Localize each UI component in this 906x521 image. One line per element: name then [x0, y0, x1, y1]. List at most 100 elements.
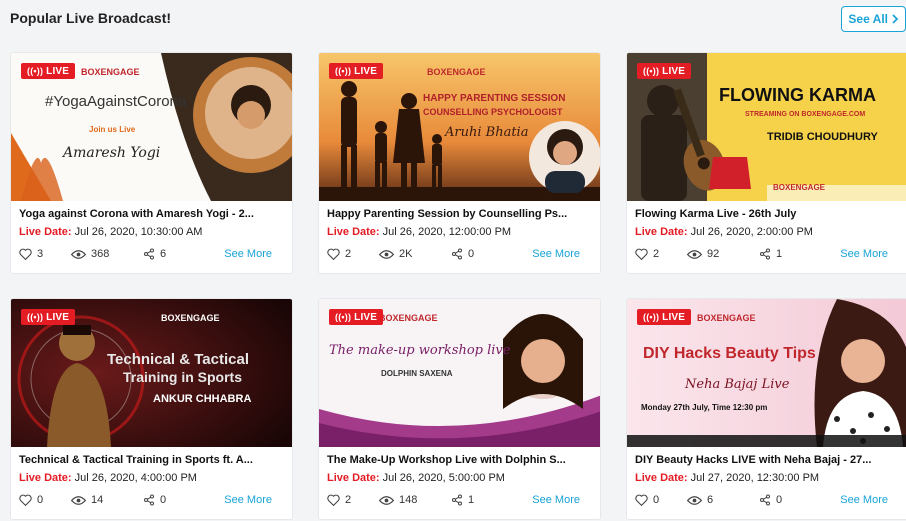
card-date: Live Date: Jul 26, 2020, 4:00:00 PM — [19, 472, 197, 484]
poster-heading: FLOWING KARMA — [719, 85, 876, 105]
share-stat[interactable]: 1 — [759, 248, 821, 260]
view-stat: 368 — [71, 248, 143, 260]
broadcast-icon: ((•)) — [27, 66, 44, 76]
share-count: 0 — [776, 494, 783, 506]
like-stat[interactable]: 0 — [19, 494, 71, 506]
like-stat[interactable]: 0 — [635, 494, 687, 506]
broadcast-thumbnail[interactable]: FLOWING KARMA STREAMING ON BOXENGAGE.COM… — [627, 53, 906, 201]
card-date: Live Date: Jul 26, 2020, 10:30:00 AM — [19, 226, 203, 238]
card-title[interactable]: Flowing Karma Live - 26th July — [635, 208, 900, 220]
poster-sub: Monday 27th July, Time 12:30 pm — [641, 403, 768, 412]
see-all-label: See All — [848, 12, 888, 26]
heart-icon — [635, 248, 648, 260]
eye-icon — [687, 249, 702, 259]
broadcast-thumbnail[interactable]: BOXENGAGE The make-up workshop live DOLP… — [319, 299, 600, 447]
like-count: 2 — [345, 248, 352, 260]
eye-icon — [71, 495, 86, 505]
card-title[interactable]: DIY Beauty Hacks LIVE with Neha Bajaj - … — [635, 454, 900, 466]
heart-icon — [19, 494, 32, 506]
see-more-link[interactable]: See More — [532, 494, 580, 506]
section-title: Popular Live Broadcast! — [10, 10, 172, 26]
poster-name: Neha Bajaj Live — [685, 377, 790, 392]
live-badge: ((•)) LIVE — [637, 63, 692, 79]
card-date: Live Date: Jul 26, 2020, 2:00:00 PM — [635, 226, 813, 238]
view-stat: 2K — [379, 248, 451, 260]
share-count: 0 — [468, 248, 475, 260]
broadcast-thumbnail[interactable]: BOXENGAGE HAPPY PARENTING SESSION COUNSE… — [319, 53, 600, 201]
card-date: Live Date: Jul 27, 2020, 12:30:00 PM — [635, 472, 820, 484]
share-count: 1 — [468, 494, 475, 506]
card-title[interactable]: Yoga against Corona with Amaresh Yogi - … — [19, 208, 284, 220]
broadcast-card[interactable]: FLOWING KARMA STREAMING ON BOXENGAGE.COM… — [626, 52, 906, 274]
see-more-link[interactable]: See More — [224, 494, 272, 506]
see-more-link[interactable]: See More — [224, 248, 272, 260]
poster-heading: Technical & Tactical — [107, 351, 249, 368]
eye-icon — [71, 249, 86, 259]
card-date: Live Date: Jul 26, 2020, 12:00:00 PM — [327, 226, 512, 238]
like-stat[interactable]: 3 — [19, 248, 71, 260]
see-more-link[interactable]: See More — [532, 248, 580, 260]
heart-icon — [19, 248, 32, 260]
like-count: 2 — [345, 494, 352, 506]
poster-name: Amaresh Yogi — [63, 145, 161, 161]
poster-brand: BOXENGAGE — [427, 67, 486, 77]
share-icon — [144, 494, 154, 506]
poster-brand: BOXENGAGE — [161, 313, 220, 323]
see-more-link[interactable]: See More — [840, 248, 888, 260]
heart-icon — [327, 248, 340, 260]
broadcast-thumbnail[interactable]: BOXENGAGE DIY Hacks Beauty Tips Neha Baj… — [627, 299, 906, 447]
broadcast-card[interactable]: BOXENGAGE HAPPY PARENTING SESSION COUNSE… — [318, 52, 601, 274]
poster-sub: Training in Sports — [123, 369, 243, 385]
broadcast-card[interactable]: BOXENGAGE DIY Hacks Beauty Tips Neha Baj… — [626, 298, 906, 520]
like-stat[interactable]: 2 — [327, 494, 379, 506]
poster-brand: BOXENGAGE — [697, 313, 756, 323]
see-more-link[interactable]: See More — [840, 494, 888, 506]
share-icon — [144, 248, 154, 260]
card-title[interactable]: The Make-Up Workshop Live with Dolphin S… — [327, 454, 592, 466]
poster-heading: DIY Hacks Beauty Tips — [643, 345, 816, 362]
like-stat[interactable]: 2 — [327, 248, 379, 260]
broadcast-thumbnail[interactable]: BOXENGAGE #YogaAgainstCorona Join us Liv… — [11, 53, 292, 201]
section-header: Popular Live Broadcast! See All — [10, 6, 906, 32]
eye-icon — [687, 495, 702, 505]
share-icon — [760, 494, 770, 506]
broadcast-card[interactable]: BOXENGAGE The make-up workshop live DOLP… — [318, 298, 601, 520]
poster-brand: BOXENGAGE — [773, 183, 826, 192]
live-badge: ((•)) LIVE — [637, 309, 692, 325]
share-stat[interactable]: 0 — [451, 248, 513, 260]
like-count: 0 — [653, 494, 660, 506]
broadcast-icon: ((•)) — [27, 312, 44, 322]
see-all-button[interactable]: See All — [841, 6, 906, 32]
share-stat[interactable]: 0 — [759, 494, 821, 506]
card-title[interactable]: Technical & Tactical Training in Sports … — [19, 454, 284, 466]
share-count: 1 — [776, 248, 783, 260]
card-title[interactable]: Happy Parenting Session by Counselling P… — [327, 208, 592, 220]
share-stat[interactable]: 0 — [143, 494, 205, 506]
view-stat: 92 — [687, 248, 759, 260]
like-stat[interactable]: 2 — [635, 248, 687, 260]
live-badge: ((•)) LIVE — [329, 309, 384, 325]
broadcast-icon: ((•)) — [335, 66, 352, 76]
view-count: 2K — [399, 248, 413, 260]
share-stat[interactable]: 6 — [143, 248, 205, 260]
eye-icon — [379, 249, 394, 259]
card-date: Live Date: Jul 26, 2020, 5:00:00 PM — [327, 472, 505, 484]
broadcast-card[interactable]: BOXENGAGE #YogaAgainstCorona Join us Liv… — [10, 52, 293, 274]
view-count: 14 — [91, 494, 104, 506]
poster-heading: HAPPY PARENTING SESSION — [423, 93, 566, 104]
view-count: 148 — [399, 494, 418, 506]
live-badge: ((•)) LIVE — [21, 309, 76, 325]
view-stat: 6 — [687, 494, 759, 506]
like-count: 2 — [653, 248, 660, 260]
poster-brand: BOXENGAGE — [379, 313, 438, 323]
broadcast-card[interactable]: BOXENGAGE Technical & Tactical Training … — [10, 298, 293, 520]
like-count: 3 — [37, 248, 44, 260]
poster-name: ANKUR CHHABRA — [153, 393, 252, 405]
poster-sub: Join us Live — [89, 125, 136, 134]
poster-name: DOLPHIN SAXENA — [381, 369, 453, 378]
share-stat[interactable]: 1 — [451, 494, 513, 506]
poster-sub: COUNSELLING PSYCHOLOGIST — [423, 107, 563, 117]
broadcast-thumbnail[interactable]: BOXENGAGE Technical & Tactical Training … — [11, 299, 292, 447]
view-stat: 14 — [71, 494, 143, 506]
like-count: 0 — [37, 494, 44, 506]
